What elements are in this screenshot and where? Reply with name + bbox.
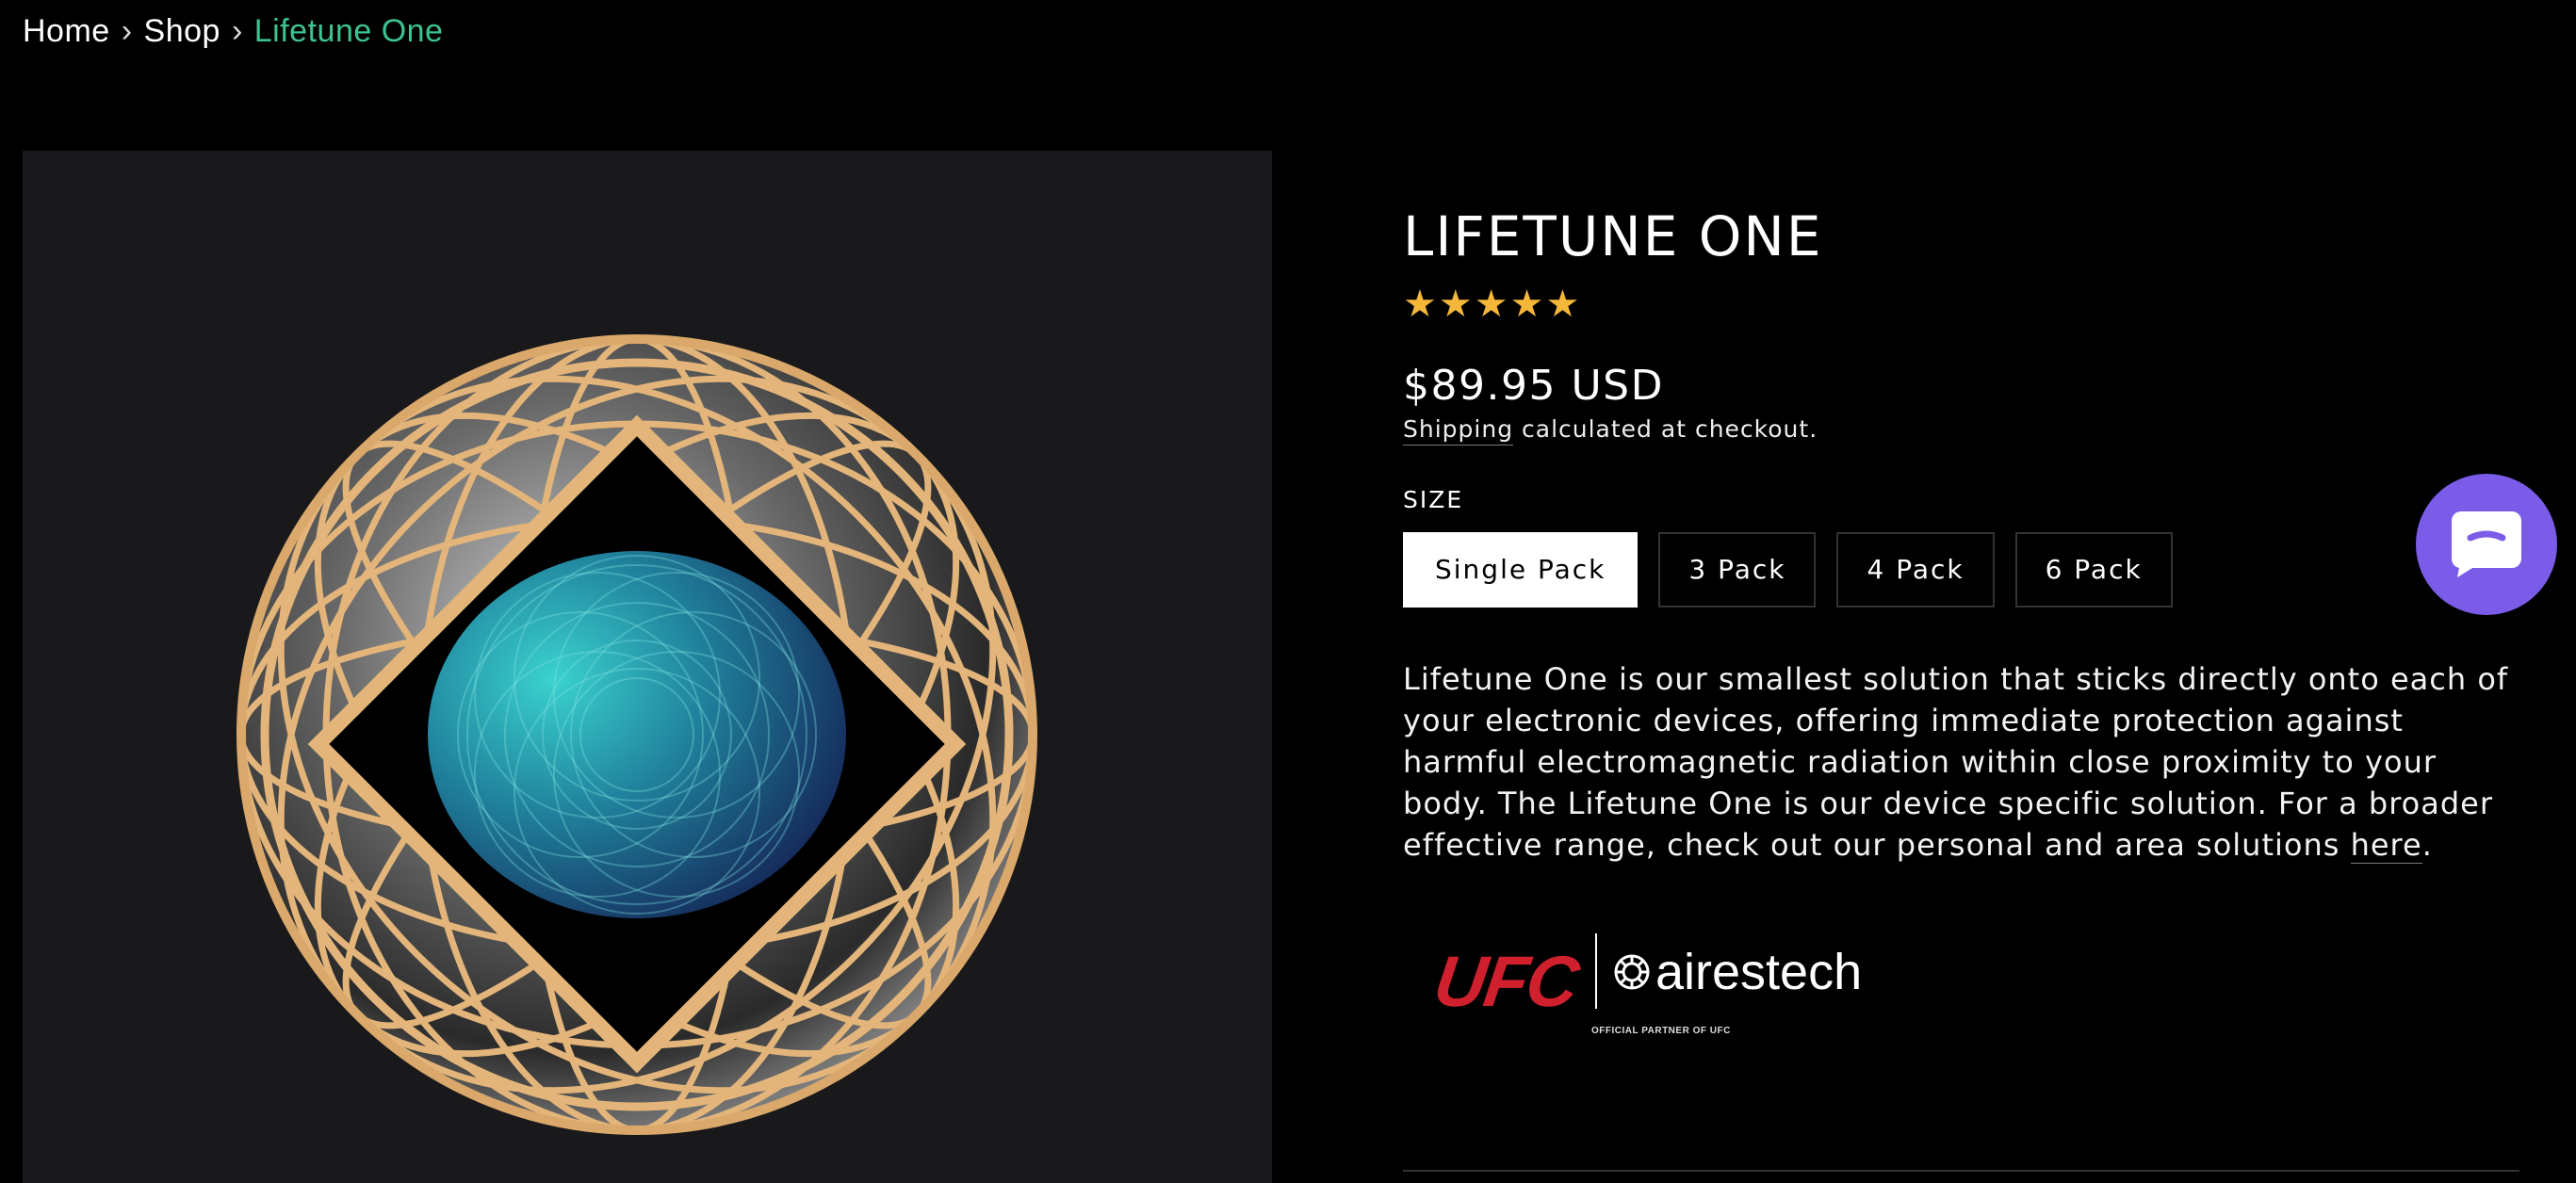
product-image — [236, 334, 1037, 1135]
product-info: LIFETUNE ONE ★★★★★ $89.95 USD Shipping c… — [1403, 204, 2519, 1045]
size-option-4-pack[interactable]: 4 Pack — [1836, 531, 1995, 608]
chat-button[interactable] — [2416, 474, 2557, 615]
product-price: $89.95 USD — [1403, 361, 1664, 410]
size-options: Single Pack 3 Pack 4 Pack 6 Pack — [1403, 531, 2519, 608]
product-title: LIFETUNE ONE — [1403, 204, 1823, 268]
shipping-note: Shipping calculated at checkout. — [1403, 414, 2519, 446]
size-option-single-pack[interactable]: Single Pack — [1403, 531, 1639, 608]
product-page: Home › Shop › Lifetune One LIFETUNE ONE … — [0, 0, 2576, 1183]
airestech-logo-icon — [1614, 954, 1650, 990]
size-option-6-pack[interactable]: 6 Pack — [2014, 531, 2173, 608]
breadcrumb-current: Lifetune One — [253, 13, 444, 49]
ufc-logo: UFC — [1429, 941, 1583, 1022]
description-here-link[interactable]: here — [2350, 826, 2422, 864]
product-description: Lifetune One is our smallest solution th… — [1403, 658, 2519, 866]
rating-stars[interactable]: ★★★★★ — [1403, 283, 2519, 326]
breadcrumb-shop-link[interactable]: Shop — [144, 13, 220, 50]
partner-tagline: OFFICIAL PARTNER OF UFC — [1591, 1025, 1731, 1036]
breadcrumb: Home › Shop › Lifetune One — [23, 13, 443, 50]
partner-logo: UFC airestech OFFICIAL PARTNER OF UFC — [1429, 922, 1906, 1045]
breadcrumb-home-link[interactable]: Home — [23, 13, 110, 50]
breadcrumb-separator: › — [121, 13, 133, 49]
shipping-link[interactable]: Shipping — [1403, 414, 1514, 446]
partner-divider — [1595, 932, 1597, 1009]
airestech-wordmark: airestech — [1655, 943, 1863, 1000]
chat-bubble-icon — [2452, 511, 2521, 577]
product-image-gallery[interactable] — [23, 151, 1272, 1183]
description-end: . — [2421, 826, 2433, 863]
description-text: Lifetune One is our smallest solution th… — [1403, 660, 2509, 863]
size-label: SIZE — [1403, 485, 1464, 513]
size-option-3-pack[interactable]: 3 Pack — [1658, 531, 1817, 608]
breadcrumb-separator: › — [231, 13, 243, 49]
section-divider — [1403, 1170, 2519, 1172]
shipping-text: calculated at checkout. — [1513, 414, 1818, 443]
